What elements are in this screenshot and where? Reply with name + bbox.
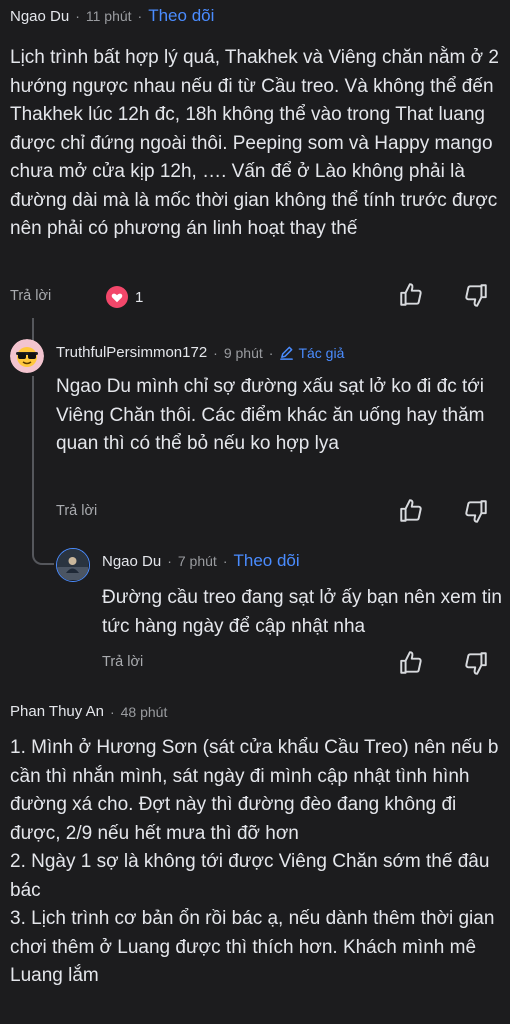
thumbs-down-icon[interactable] bbox=[463, 282, 489, 308]
comment2-time: 48 phút bbox=[120, 703, 168, 720]
thumbs-up-icon[interactable] bbox=[398, 498, 424, 524]
comment2-author[interactable]: Phan Thuy An bbox=[10, 703, 104, 720]
reply1-reply-button[interactable]: Trả lời bbox=[56, 503, 97, 519]
comment2-body: 1. Mình ở Hương Sơn (sát cửa khẩu Cầu Tr… bbox=[10, 737, 499, 986]
separator-dot: · bbox=[213, 344, 218, 361]
separator-dot: · bbox=[222, 553, 228, 569]
comment1-time: 11 phút bbox=[85, 8, 132, 24]
thumbs-down-icon[interactable] bbox=[463, 498, 489, 524]
heart-icon bbox=[105, 285, 129, 309]
reply2-time: 7 phút bbox=[177, 553, 217, 569]
separator-dot: · bbox=[268, 344, 274, 361]
reply2-header: Ngao Du · 7 phút · Theo dõi bbox=[102, 551, 300, 571]
thumbs-up-icon[interactable] bbox=[398, 282, 424, 308]
reply1-author[interactable]: TruthfulPersimmon172 bbox=[56, 344, 207, 361]
comment1-reaction-count: 1 bbox=[135, 288, 144, 306]
reply2-avatar[interactable] bbox=[56, 548, 90, 582]
separator-dot: · bbox=[75, 8, 80, 24]
sunglasses-avatar bbox=[10, 339, 44, 373]
reply2-body: Đường cầu treo đang sạt lở ấy bạn nên xe… bbox=[102, 587, 502, 637]
reply2-follow-button[interactable]: Theo dõi bbox=[233, 551, 299, 571]
comment1-body: Lịch trình bất hợp lý quá, Thakhek và Vi… bbox=[10, 47, 499, 239]
reply1-time: 9 phút bbox=[223, 344, 263, 361]
profile-avatar bbox=[57, 549, 88, 580]
comment1-reaction[interactable]: 1 bbox=[105, 285, 143, 309]
comment1-header: Ngao Du · 11 phút · Theo dõi bbox=[10, 6, 214, 26]
thumbs-up-icon[interactable] bbox=[398, 650, 424, 676]
comment1-follow-button[interactable]: Theo dõi bbox=[148, 6, 214, 26]
pencil-icon bbox=[279, 345, 294, 360]
thread-connector bbox=[32, 545, 54, 565]
separator-dot: · bbox=[167, 553, 172, 569]
reply1-avatar[interactable] bbox=[10, 339, 44, 373]
reply1-author-tag: Tác giả bbox=[279, 345, 344, 361]
reply2-author[interactable]: Ngao Du bbox=[102, 553, 161, 570]
thumbs-down-icon[interactable] bbox=[463, 650, 489, 676]
reply1-header: TruthfulPersimmon172 · 9 phút · Tác giả bbox=[56, 344, 344, 361]
thread-line bbox=[32, 376, 34, 551]
author-tag-label: Tác giả bbox=[298, 344, 345, 361]
reply2-reply-button[interactable]: Trả lời bbox=[102, 654, 143, 670]
comment2-header: Phan Thuy An · 48 phút bbox=[10, 703, 167, 720]
comment1-author[interactable]: Ngao Du bbox=[10, 8, 69, 25]
separator-dot: · bbox=[137, 8, 143, 24]
reply1-body: Ngao Du mình chỉ sợ đường xấu sạt lở ko … bbox=[56, 376, 485, 454]
separator-dot: · bbox=[109, 703, 115, 720]
comment1-reply-button[interactable]: Trả lời bbox=[10, 288, 51, 304]
